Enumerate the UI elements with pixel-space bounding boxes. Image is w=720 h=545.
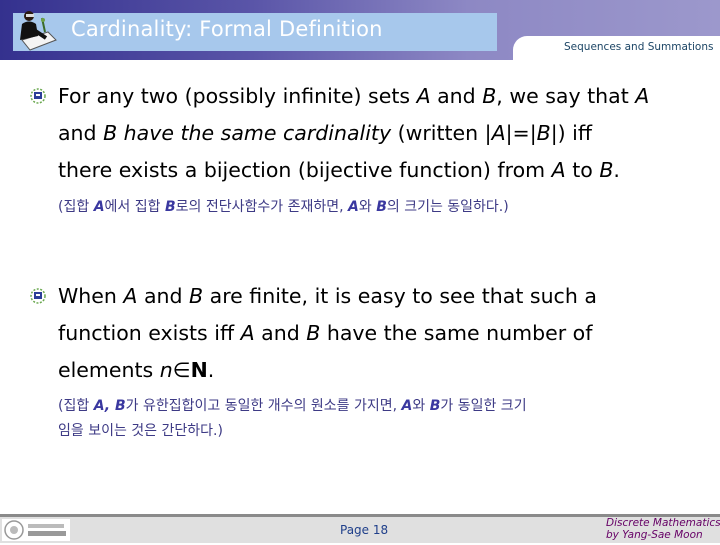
math-var: A: [491, 121, 506, 145]
math-var: A: [348, 199, 359, 215]
bullet-badge-icon: [30, 88, 46, 104]
page-number: Page 18: [340, 523, 389, 537]
math-var: A: [123, 284, 138, 308]
naturals-symbol: N: [190, 358, 208, 382]
bullet-text-line: For any two (possibly infinite) sets A a…: [58, 84, 650, 108]
bullet-badge-icon: [30, 288, 46, 304]
university-logo: [2, 519, 70, 541]
math-var: A: [635, 84, 650, 108]
math-var: B: [429, 398, 441, 414]
math-var: B: [482, 84, 497, 108]
slide-footer: Page 18 Discrete Mathematics by Yang-Sae…: [0, 514, 720, 543]
bullet-text-line: function exists iff A and B have the sam…: [58, 321, 593, 345]
math-var: A: [551, 158, 566, 182]
math-var: A, B: [93, 398, 126, 414]
credit-line-1: Discrete Mathematics: [606, 517, 720, 529]
math-var: B: [189, 284, 204, 308]
bullet-text-line: there exists a bijection (bijective func…: [58, 158, 620, 182]
credit-line-2: by Yang-Sae Moon: [606, 529, 703, 541]
math-var: A: [416, 84, 431, 108]
math-var: B: [164, 199, 176, 215]
math-var: n: [159, 358, 173, 382]
math-var: A: [240, 321, 255, 345]
math-var: B: [306, 321, 321, 345]
math-var: B: [536, 121, 551, 145]
math-var: A: [401, 398, 413, 414]
math-var: B: [376, 199, 387, 215]
slide-title: Cardinality: Formal Definition: [71, 17, 383, 41]
korean-translation: (집합 A, B가 유한집합이고 동일한 개수의 원소를 가지면, A와 B가 …: [58, 398, 527, 414]
course-credit: Discrete Mathematics by Yang-Sae Moon: [606, 517, 720, 541]
bullet-text-line: When A and B are finite, it is easy to s…: [58, 284, 597, 308]
bullet-text-line: and B have the same cardinality (written…: [58, 121, 592, 145]
math-var: B have the same cardinality: [103, 121, 392, 145]
person-writing-icon: [20, 11, 57, 51]
bullet-text-line: elements n∈N.: [58, 358, 215, 382]
section-subtitle: Sequences and Summations: [564, 41, 714, 53]
korean-translation: 임을 보이는 것은 간단하다.): [58, 423, 223, 439]
slide-header: Cardinality: Formal Definition Sequences…: [0, 0, 720, 62]
korean-translation: (집합 A에서 집합 B로의 전단사함수가 존재하면, A와 B의 크기는 동일…: [58, 199, 509, 215]
math-var: B: [599, 158, 614, 182]
math-var: A: [93, 199, 105, 215]
